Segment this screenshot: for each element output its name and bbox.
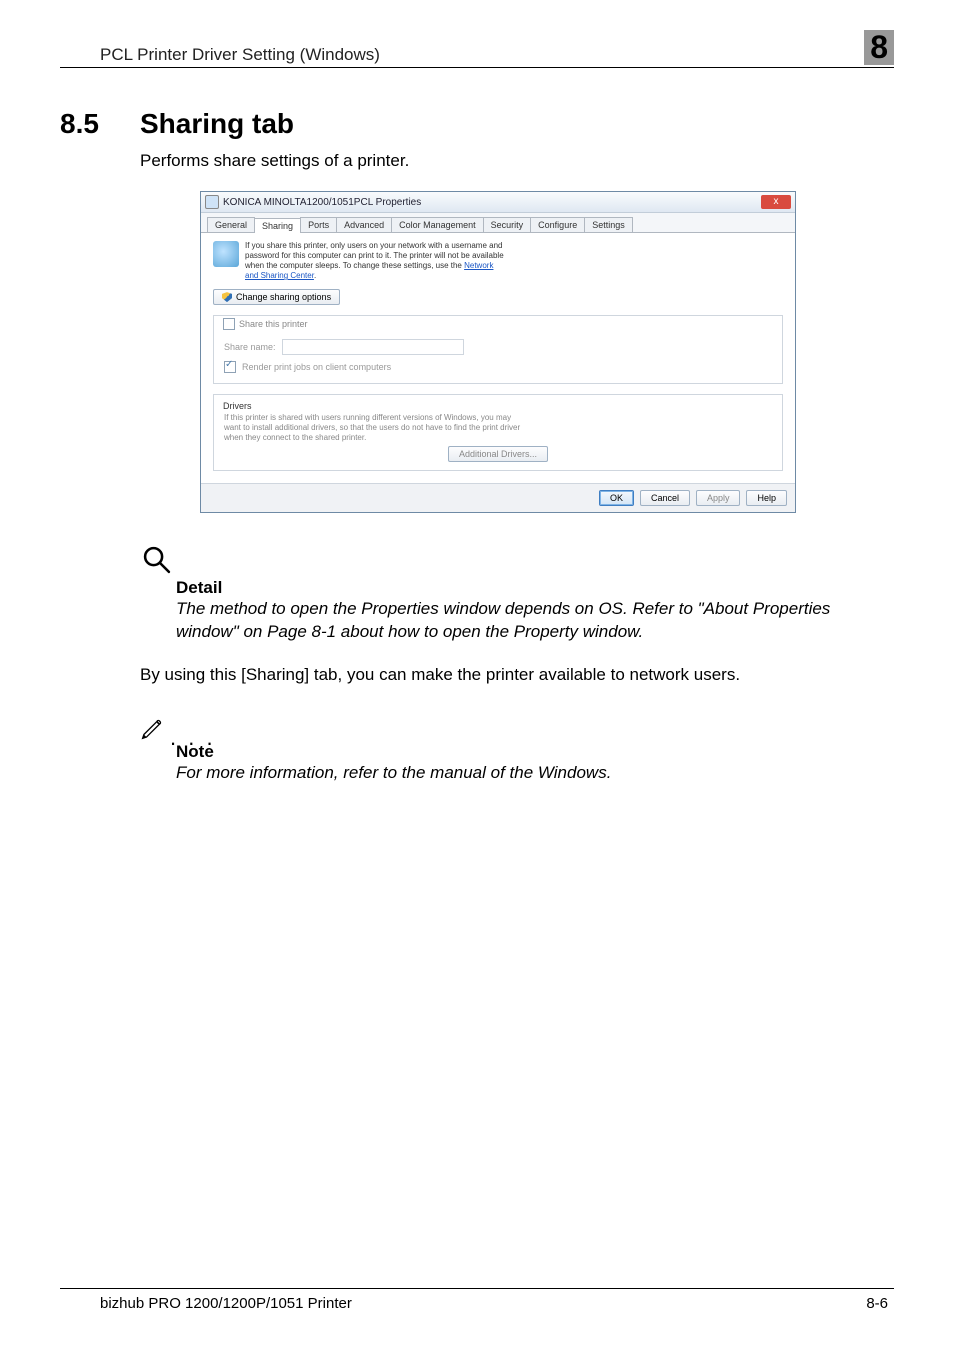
share-name-label: Share name:	[224, 342, 276, 352]
share-this-printer-checkbox[interactable]	[223, 318, 235, 330]
drivers-group-label: Drivers	[220, 401, 255, 411]
change-sharing-options-button[interactable]: Change sharing options	[213, 289, 340, 305]
ellipsis-icon: . . .	[170, 733, 216, 743]
tab-ports[interactable]: Ports	[300, 217, 337, 232]
additional-drivers-button[interactable]: Additional Drivers...	[448, 446, 548, 462]
share-info-text: If you share this printer, only users on…	[245, 241, 505, 281]
close-button[interactable]: x	[761, 195, 791, 209]
tab-advanced[interactable]: Advanced	[336, 217, 392, 232]
ok-button[interactable]: OK	[599, 490, 634, 506]
section-number: 8.5	[60, 108, 140, 140]
dialog-title: KONICA MINOLTA1200/1051PCL Properties	[223, 197, 761, 208]
chapter-number-badge: 8	[864, 30, 894, 65]
magnifier-icon	[140, 543, 894, 582]
footer-page-number: 8-6	[866, 1295, 888, 1312]
render-jobs-checkbox[interactable]	[224, 361, 236, 373]
detail-text: The method to open the Properties window…	[176, 598, 874, 644]
tab-security[interactable]: Security	[483, 217, 532, 232]
tab-sharing[interactable]: Sharing	[254, 218, 301, 233]
section-title: Sharing tab	[140, 108, 294, 140]
tab-color-management[interactable]: Color Management	[391, 217, 484, 232]
running-header: PCL Printer Driver Setting (Windows)	[60, 45, 380, 65]
drivers-description: If this printer is shared with users run…	[224, 413, 524, 443]
uac-shield-icon	[222, 292, 232, 302]
tab-general[interactable]: General	[207, 217, 255, 232]
share-this-printer-label: Share this printer	[239, 319, 308, 329]
properties-dialog-screenshot: KONICA MINOLTA1200/1051PCL Properties x …	[200, 191, 874, 513]
tab-configure[interactable]: Configure	[530, 217, 585, 232]
detail-heading: Detail	[176, 578, 894, 598]
note-heading: Note	[176, 742, 894, 762]
printer-icon	[205, 195, 219, 209]
apply-button[interactable]: Apply	[696, 490, 741, 506]
pencil-icon	[140, 715, 166, 746]
note-text: For more information, refer to the manua…	[176, 762, 874, 785]
section-intro: Performs share settings of a printer.	[140, 150, 894, 173]
dialog-tabs: General Sharing Ports Advanced Color Man…	[201, 213, 795, 233]
help-button[interactable]: Help	[746, 490, 787, 506]
tab-settings[interactable]: Settings	[584, 217, 633, 232]
usage-paragraph: By using this [Sharing] tab, you can mak…	[140, 664, 894, 687]
share-info-icon	[213, 241, 239, 267]
cancel-button[interactable]: Cancel	[640, 490, 690, 506]
render-jobs-label: Render print jobs on client computers	[242, 362, 391, 372]
footer-left: bizhub PRO 1200/1200P/1051 Printer	[100, 1295, 352, 1312]
share-name-input[interactable]	[282, 339, 464, 355]
